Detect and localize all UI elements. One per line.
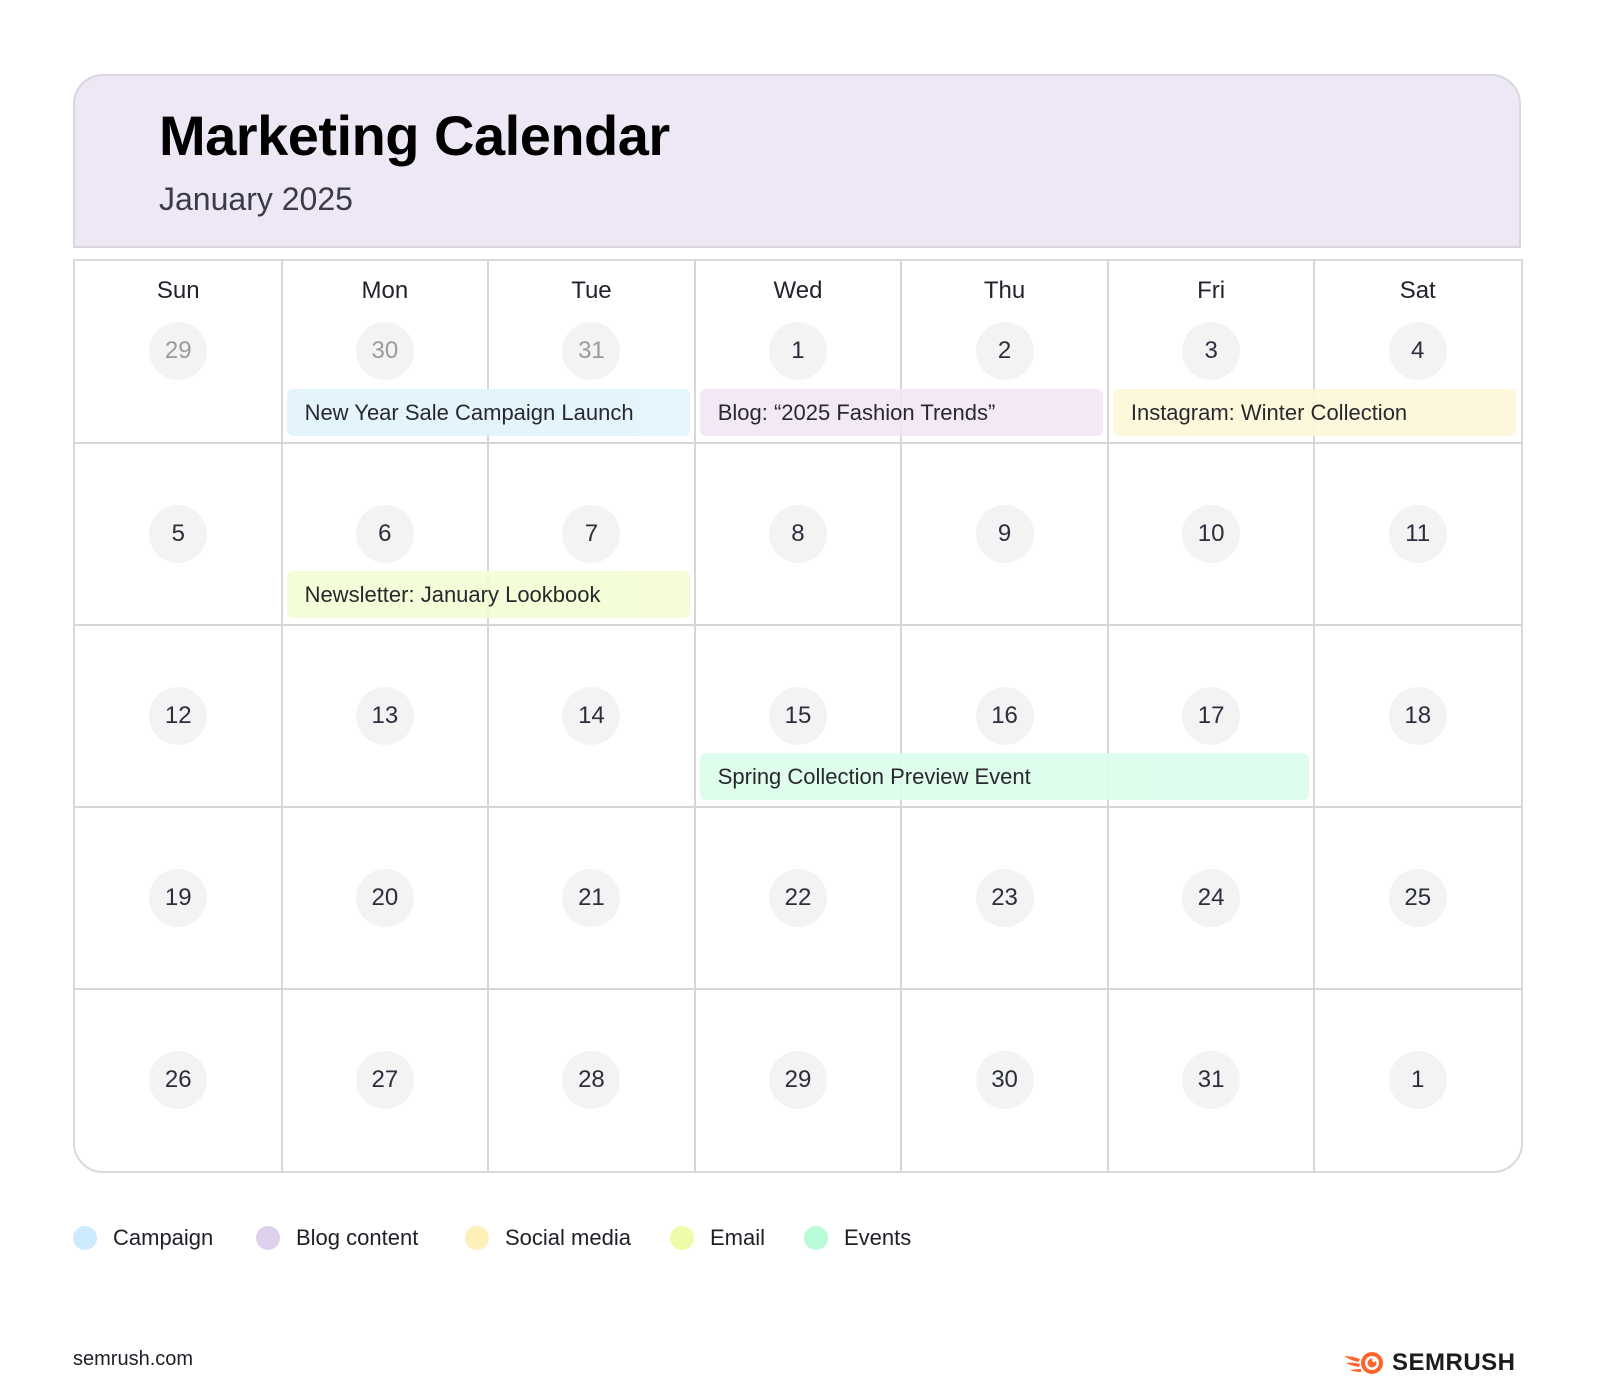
date-number: 8 <box>769 505 827 563</box>
event-title: Blog: “2025 Fashion Trends” <box>718 400 996 426</box>
date-number: 24 <box>1182 869 1240 927</box>
event-title: Instagram: Winter Collection <box>1131 400 1407 426</box>
legend-label: Events <box>844 1225 911 1251</box>
calendar-day-cell[interactable]: 26 <box>75 989 282 1171</box>
calendar-day-cell[interactable]: 1 <box>1314 989 1521 1171</box>
date-number: 3 <box>1182 322 1240 380</box>
legend-label: Campaign <box>113 1225 213 1251</box>
footer-site-link[interactable]: semrush.com <box>73 1348 193 1371</box>
legend-dot-icon <box>804 1226 828 1250</box>
calendar-header: Marketing Calendar January 2025 <box>73 74 1521 248</box>
calendar-day-cell[interactable]: 31 <box>1108 989 1315 1171</box>
date-number: 16 <box>976 687 1034 745</box>
calendar-day-cell[interactable]: 24 <box>1108 807 1315 989</box>
date-number: 31 <box>562 322 620 380</box>
date-number: 23 <box>976 869 1034 927</box>
calendar-day-cell[interactable]: 23 <box>901 807 1108 989</box>
calendar-day-cell[interactable]: 18 <box>1314 625 1521 807</box>
legend-dot-icon <box>73 1226 97 1250</box>
date-number: 13 <box>356 687 414 745</box>
date-number: 17 <box>1182 687 1240 745</box>
date-number: 22 <box>769 869 827 927</box>
event-bar-events[interactable]: Spring Collection Preview Event <box>700 753 1310 800</box>
date-number: 1 <box>1389 1051 1447 1109</box>
date-number: 15 <box>769 687 827 745</box>
calendar-day-cell[interactable]: 22 <box>695 807 902 989</box>
legend-dot-icon <box>670 1226 694 1250</box>
event-bar-blog-content[interactable]: Blog: “2025 Fashion Trends” <box>700 389 1103 436</box>
legend-label: Email <box>710 1225 765 1251</box>
date-number: 4 <box>1389 322 1447 380</box>
month-label: January 2025 <box>159 180 353 218</box>
date-number: 20 <box>356 869 414 927</box>
date-number: 27 <box>356 1051 414 1109</box>
semrush-logo: SEMRUSH <box>1342 1349 1516 1377</box>
legend-label: Blog content <box>296 1225 418 1251</box>
date-number: 5 <box>149 505 207 563</box>
event-title: Spring Collection Preview Event <box>718 764 1031 790</box>
calendar-day-cell[interactable]: 27 <box>282 989 489 1171</box>
date-number: 12 <box>149 687 207 745</box>
date-number: 7 <box>562 505 620 563</box>
legend-item-events: Events <box>804 1225 911 1251</box>
date-number: 26 <box>149 1051 207 1109</box>
event-bar-campaign[interactable]: New Year Sale Campaign Launch <box>287 389 690 436</box>
calendar-day-cell[interactable]: 20 <box>282 807 489 989</box>
calendar-day-cell[interactable]: 29 <box>75 261 282 443</box>
date-number: 18 <box>1389 687 1447 745</box>
event-bar-email[interactable]: Newsletter: January Lookbook <box>287 571 690 618</box>
date-number: 11 <box>1389 505 1447 563</box>
calendar-day-cell[interactable]: 28 <box>488 989 695 1171</box>
date-number: 30 <box>976 1051 1034 1109</box>
legend-label: Social media <box>505 1225 631 1251</box>
legend-dot-icon <box>256 1226 280 1250</box>
calendar-day-cell[interactable]: 8 <box>695 443 902 625</box>
legend-item-email: Email <box>670 1225 765 1251</box>
calendar-day-cell[interactable]: 12 <box>75 625 282 807</box>
date-number: 29 <box>149 322 207 380</box>
date-number: 10 <box>1182 505 1240 563</box>
calendar-day-cell[interactable]: 21 <box>488 807 695 989</box>
date-number: 9 <box>976 505 1034 563</box>
event-title: Newsletter: January Lookbook <box>305 582 601 608</box>
legend-item-campaign: Campaign <box>73 1225 213 1251</box>
legend-item-blog-content: Blog content <box>256 1225 418 1251</box>
date-number: 19 <box>149 869 207 927</box>
calendar-day-cell[interactable]: 5 <box>75 443 282 625</box>
date-number: 28 <box>562 1051 620 1109</box>
legend-dot-icon <box>465 1226 489 1250</box>
calendar-day-cell[interactable]: 29 <box>695 989 902 1171</box>
semrush-flame-icon <box>1342 1350 1386 1376</box>
page-title: Marketing Calendar <box>159 104 670 168</box>
date-number: 6 <box>356 505 414 563</box>
calendar-day-cell[interactable]: 10 <box>1108 443 1315 625</box>
brand-name: SEMRUSH <box>1392 1349 1516 1377</box>
date-number: 25 <box>1389 869 1447 927</box>
calendar-day-cell[interactable]: 13 <box>282 625 489 807</box>
date-number: 31 <box>1182 1051 1240 1109</box>
calendar-day-cell[interactable]: 9 <box>901 443 1108 625</box>
calendar-day-cell[interactable]: 14 <box>488 625 695 807</box>
calendar-day-cell[interactable]: 19 <box>75 807 282 989</box>
date-number: 1 <box>769 322 827 380</box>
date-number: 21 <box>562 869 620 927</box>
calendar-day-cell[interactable]: 25 <box>1314 807 1521 989</box>
event-title: New Year Sale Campaign Launch <box>305 400 634 426</box>
date-number: 30 <box>356 322 414 380</box>
date-number: 2 <box>976 322 1034 380</box>
calendar-day-cell[interactable]: 11 <box>1314 443 1521 625</box>
calendar-day-cell[interactable]: 30 <box>901 989 1108 1171</box>
legend-item-social-media: Social media <box>465 1225 631 1251</box>
calendar-grid: SunMonTueWedThuFriSat2930311234567891011… <box>73 259 1523 1173</box>
event-bar-social-media[interactable]: Instagram: Winter Collection <box>1113 389 1516 436</box>
date-number: 14 <box>562 687 620 745</box>
date-number: 29 <box>769 1051 827 1109</box>
